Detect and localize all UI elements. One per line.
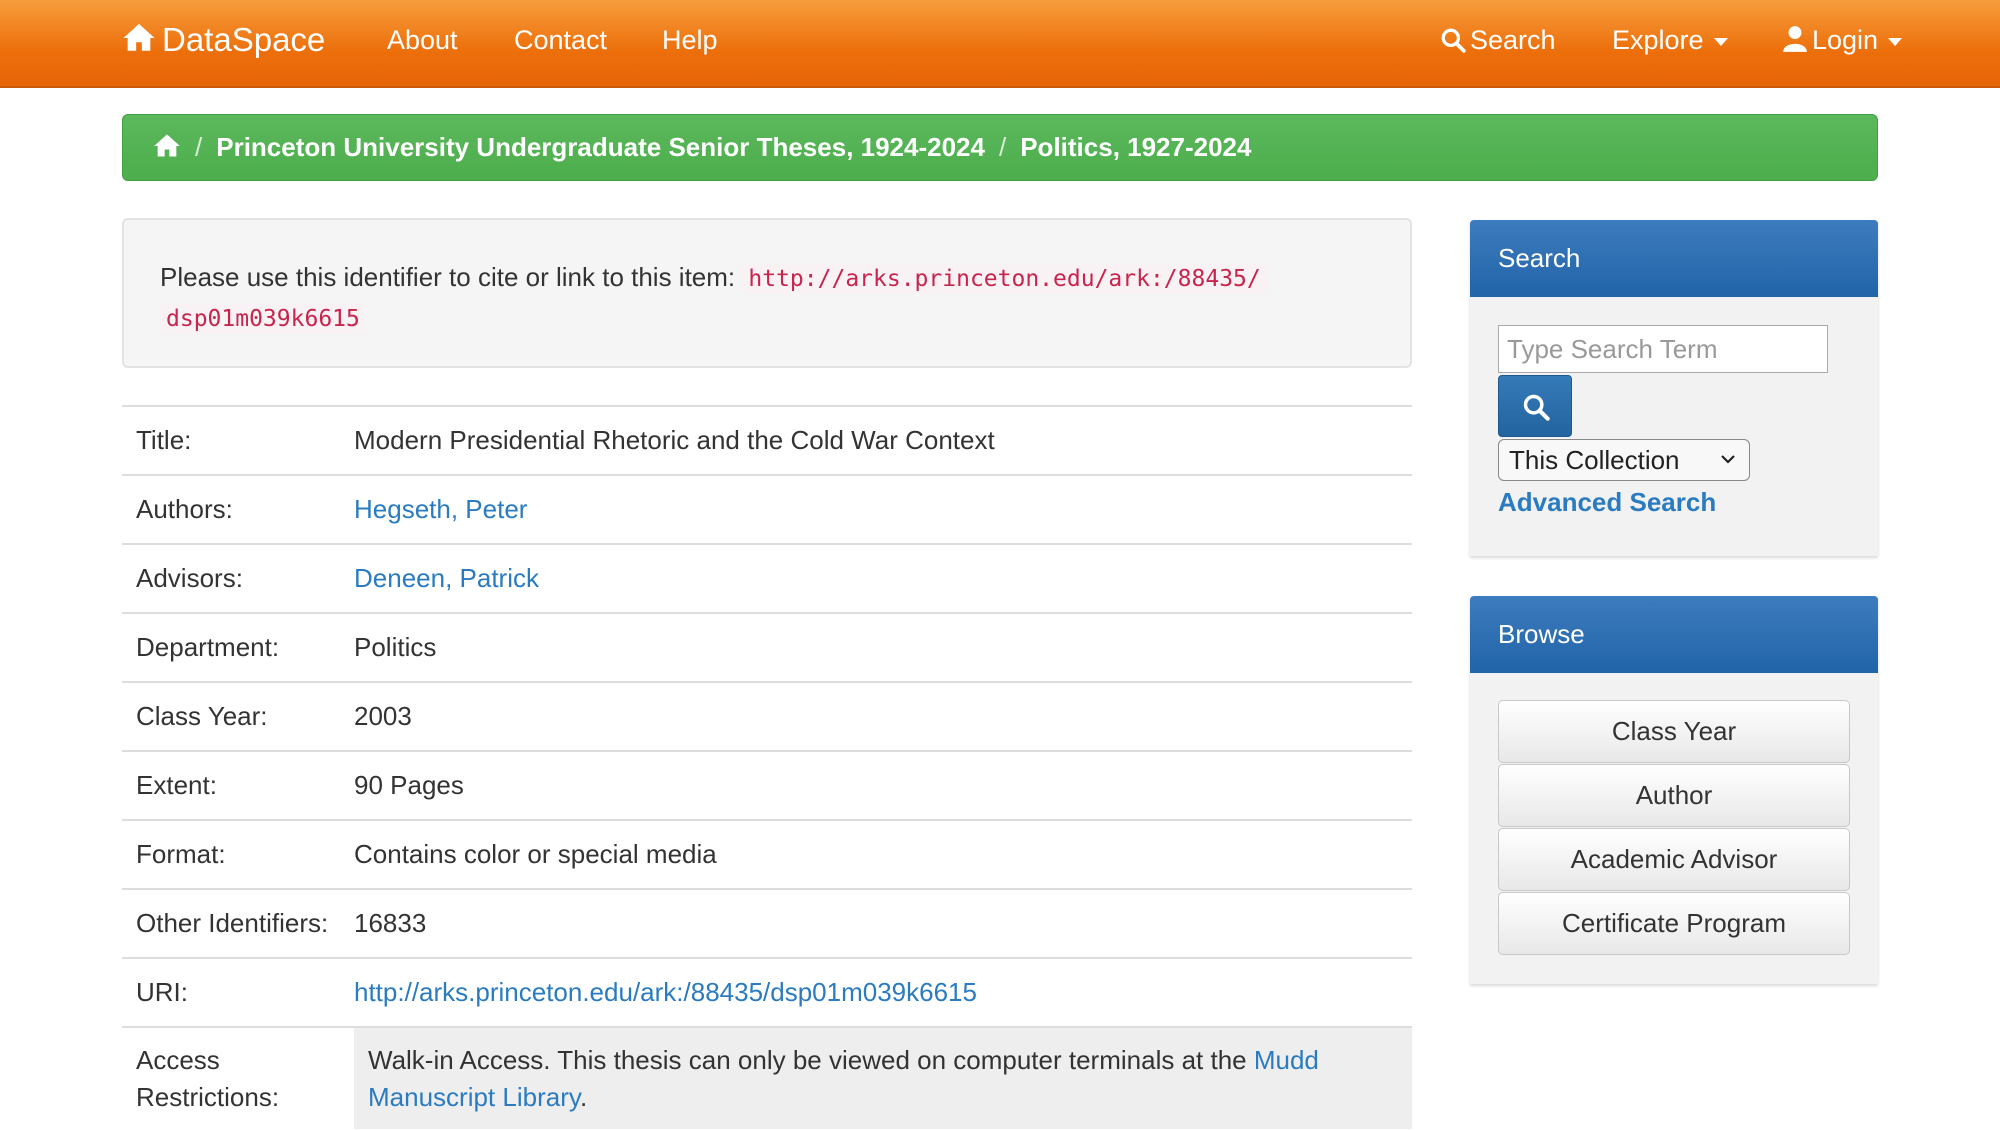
- table-row: Extent: 90 Pages: [122, 750, 1412, 820]
- search-input[interactable]: Type Search Term: [1498, 325, 1828, 373]
- extent-label: Extent:: [122, 750, 354, 820]
- access-label-line1: Access: [136, 1045, 220, 1075]
- search-button[interactable]: [1498, 375, 1572, 437]
- browse-author-button[interactable]: Author: [1498, 764, 1850, 827]
- author-link[interactable]: Hegseth, Peter: [354, 494, 527, 524]
- class-year-label: Class Year:: [122, 681, 354, 751]
- breadcrumb-collection[interactable]: Politics, 1927-2024: [1020, 132, 1251, 162]
- uri-link[interactable]: http://arks.princeton.edu/ark:/88435/dsp…: [354, 977, 977, 1007]
- browse-certificate-program-button[interactable]: Certificate Program: [1498, 892, 1850, 955]
- table-row: Department: Politics: [122, 612, 1412, 682]
- extent-value: 90 Pages: [354, 750, 1412, 820]
- home-icon: [123, 23, 155, 51]
- nav-contact[interactable]: Contact: [514, 0, 607, 86]
- citation-box: Please use this identifier to cite or li…: [122, 218, 1412, 368]
- uri-label: URI:: [122, 957, 354, 1027]
- browse-panel: Browse Class Year Author Academic Adviso…: [1470, 596, 1878, 984]
- breadcrumb-separator: /: [195, 132, 203, 162]
- browse-class-year-button[interactable]: Class Year: [1498, 700, 1850, 763]
- browse-academic-advisor-button[interactable]: Academic Advisor: [1498, 828, 1850, 891]
- nav-about[interactable]: About: [387, 0, 458, 86]
- nav-explore-label: Explore: [1612, 25, 1704, 55]
- advisors-label: Advisors:: [122, 543, 354, 613]
- top-navbar: DataSpace About Contact Help Search Expl…: [0, 0, 2000, 88]
- access-text: Walk-in Access. This thesis can only be …: [368, 1045, 1254, 1075]
- nav-explore-dropdown[interactable]: Explore: [1612, 0, 1728, 86]
- search-scope-select[interactable]: This Collection: [1498, 439, 1750, 481]
- search-scope-value: This Collection: [1509, 445, 1680, 475]
- nav-login-label: Login: [1812, 25, 1879, 55]
- nav-search[interactable]: Search: [1440, 0, 1556, 86]
- breadcrumb-separator: /: [998, 132, 1007, 162]
- advanced-search-link[interactable]: Advanced Search: [1498, 482, 1716, 522]
- browse-panel-heading: Browse: [1470, 596, 1878, 673]
- breadcrumb-community[interactable]: Princeton University Undergraduate Senio…: [216, 132, 985, 162]
- table-row: Format: Contains color or special media: [122, 819, 1412, 889]
- department-value: Politics: [354, 612, 1412, 682]
- search-icon: [1523, 394, 1550, 421]
- access-restrictions-label: Access Restrictions:: [122, 1026, 354, 1129]
- citation-identifier: http://arks.princeton.edu/ark:/88435/: [742, 264, 1267, 294]
- advisor-link[interactable]: Deneen, Patrick: [354, 563, 539, 593]
- access-end: .: [579, 1082, 588, 1112]
- department-label: Department:: [122, 612, 354, 682]
- nav-help[interactable]: Help: [662, 0, 718, 86]
- table-row: Advisors: Deneen, Patrick: [122, 543, 1412, 613]
- chevron-down-icon: [1721, 455, 1735, 464]
- authors-label: Authors:: [122, 474, 354, 544]
- format-value: Contains color or special media: [354, 819, 1412, 889]
- caret-down-icon: [1888, 37, 1903, 46]
- table-row: Authors: Hegseth, Peter: [122, 474, 1412, 544]
- access-restrictions-value: Walk-in Access. This thesis can only be …: [354, 1026, 1412, 1129]
- format-label: Format:: [122, 819, 354, 889]
- table-row: URI: http://arks.princeton.edu/ark:/8843…: [122, 957, 1412, 1027]
- citation-text: Please use this identifier to cite or li…: [160, 262, 736, 292]
- table-row: Access Restrictions: Walk-in Access. This…: [122, 1026, 1412, 1129]
- brand-name: DataSpace: [162, 21, 326, 58]
- breadcrumb: / Princeton University Undergraduate Seni…: [122, 114, 1878, 181]
- user-icon: [1783, 26, 1807, 52]
- other-identifiers-value: 16833: [354, 888, 1412, 958]
- title-value: Modern Presidential Rhetoric and the Col…: [354, 405, 1412, 475]
- home-icon[interactable]: [153, 132, 181, 160]
- title-label: Title:: [122, 405, 354, 475]
- table-row: Title: Modern Presidential Rhetoric and …: [122, 405, 1412, 475]
- access-label-line2: Restrictions:: [136, 1082, 280, 1112]
- caret-down-icon: [1713, 37, 1728, 46]
- table-row: Class Year: 2003: [122, 681, 1412, 751]
- brand-link[interactable]: DataSpace: [122, 0, 325, 86]
- table-row: Other Identifiers: 16833: [122, 888, 1412, 958]
- search-panel-heading: Search: [1470, 220, 1878, 297]
- citation-identifier-part2: dsp01m039k6615: [166, 306, 360, 332]
- item-metadata-table: Title: Modern Presidential Rhetoric and …: [122, 405, 1412, 1129]
- search-panel: Search Type Search Term This Collection …: [1470, 220, 1878, 556]
- nav-search-label: Search: [1470, 25, 1556, 55]
- nav-login-dropdown[interactable]: Login: [1782, 0, 1903, 86]
- citation-identifier-part1: http://arks.princeton.edu/ark:/88435/: [748, 266, 1261, 292]
- citation-identifier-cont: dsp01m039k6615: [160, 304, 366, 334]
- other-identifiers-label: Other Identifiers:: [122, 888, 354, 958]
- class-year-value: 2003: [354, 681, 1412, 751]
- search-icon: [1441, 28, 1466, 53]
